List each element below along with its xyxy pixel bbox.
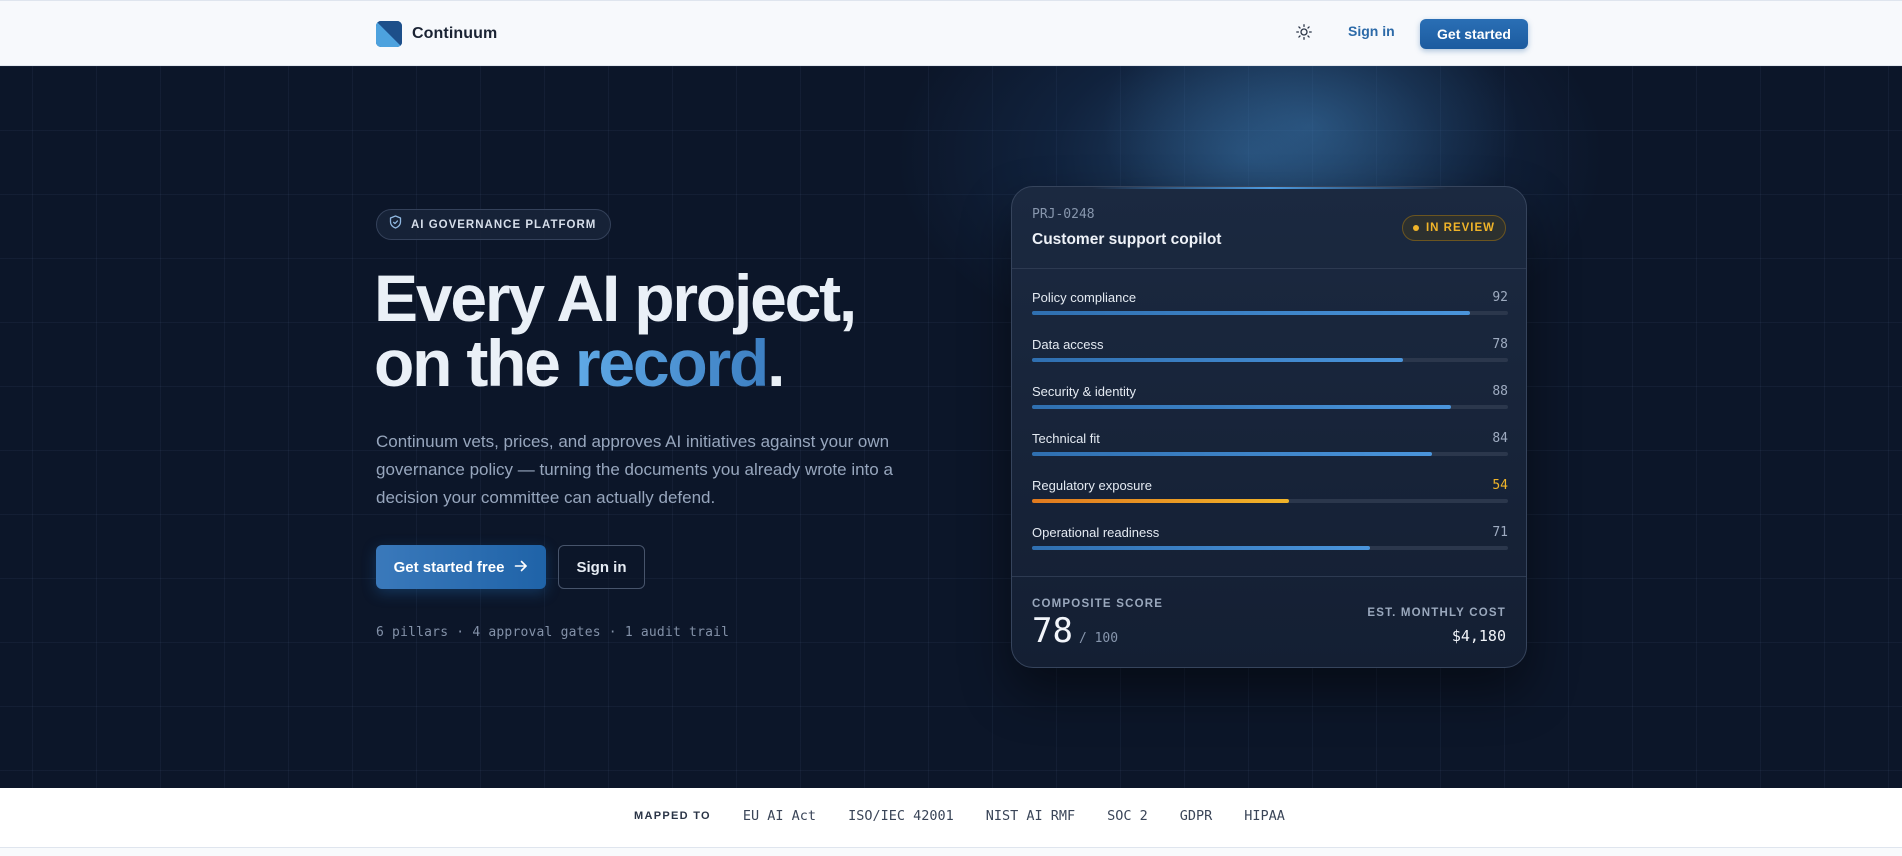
metric-label: Policy compliance [1032, 290, 1137, 305]
card-top-accent [1092, 187, 1448, 189]
brand-name: Continuum [412, 25, 498, 42]
metric-label: Data access [1032, 337, 1104, 352]
metric-bar-fill [1032, 358, 1404, 362]
continuum-logo-icon [376, 21, 402, 47]
badge-label: AI GOVERNANCE PLATFORM [411, 218, 597, 231]
metric-row: Data access 78 [1032, 337, 1508, 377]
metric-bar-track [1032, 546, 1508, 550]
headline-line-2-prefix: on the [374, 326, 575, 400]
metric-label: Operational readiness [1032, 525, 1160, 540]
metric-row: Regulatory exposure 54 [1032, 478, 1508, 518]
metric-row: Technical fit 84 [1032, 431, 1508, 471]
framework-item: EU AI Act [742, 808, 817, 824]
metric-bar-fill [1032, 311, 1470, 315]
sun-icon [1296, 23, 1312, 45]
metric-row: Security & identity 88 [1032, 384, 1508, 424]
mapped-to-strip: MAPPED TO EU AI Act ISO/IEC 42001 NIST A… [0, 788, 1902, 848]
composite-score-max: / 100 [1078, 631, 1119, 646]
metric-value: 54 [1492, 478, 1508, 493]
metric-value: 92 [1492, 290, 1508, 305]
metric-bar-fill [1032, 499, 1290, 503]
metric-label: Security & identity [1032, 384, 1137, 399]
metric-bar-fill [1032, 405, 1451, 409]
nav-get-started-button[interactable]: Get started [1420, 19, 1528, 49]
metric-bar-fill [1032, 452, 1432, 456]
metric-row: Operational readiness 71 [1032, 525, 1508, 565]
hero-section: AI GOVERNANCE PLATFORM Every AI project,… [0, 66, 1902, 788]
framework-item: ISO/IEC 42001 [848, 808, 954, 824]
headline-accent: record [574, 326, 769, 400]
framework-item: GDPR [1179, 808, 1213, 824]
theme-toggle-button[interactable] [1293, 23, 1315, 45]
metric-value: 84 [1492, 431, 1508, 446]
mapped-to-label: MAPPED TO [634, 810, 711, 822]
project-review-card: PRJ-0248 Customer support copilot IN REV… [1011, 186, 1527, 668]
card-divider-bottom [1012, 576, 1526, 577]
get-started-free-button[interactable]: Get started free [376, 545, 546, 589]
hero-signin-button[interactable]: Sign in [558, 545, 645, 589]
hero-subtitle: Continuum vets, prices, and approves AI … [376, 432, 893, 507]
status-label: IN REVIEW [1425, 222, 1495, 234]
metric-label: Regulatory exposure [1032, 478, 1152, 493]
status-dot-icon [1412, 225, 1419, 231]
mapped-to-list: MAPPED TO EU AI Act ISO/IEC 42001 NIST A… [634, 808, 1285, 824]
shield-icon [389, 215, 402, 234]
framework-item: SOC 2 [1107, 808, 1148, 824]
metric-value: 88 [1492, 384, 1508, 399]
metric-label: Technical fit [1032, 431, 1100, 446]
metric-bar-track [1032, 452, 1508, 456]
hero-headline: Every AI project, on the record. [374, 265, 857, 396]
headline-suffix: . [767, 326, 785, 400]
metric-bar-track [1032, 311, 1508, 315]
metric-row: Policy compliance 92 [1032, 290, 1508, 330]
arrow-right-icon [514, 559, 528, 576]
project-title: Customer support copilot [1032, 231, 1222, 248]
hero-stats: 6 pillars · 4 approval gates · 1 audit t… [376, 625, 730, 640]
composite-score-label: COMPOSITE SCORE [1032, 598, 1164, 610]
metric-bar-fill [1032, 546, 1370, 550]
project-id: PRJ-0248 [1032, 207, 1095, 222]
platform-badge: AI GOVERNANCE PLATFORM [376, 209, 612, 240]
brand[interactable]: Continuum [376, 21, 497, 47]
metric-bar-track [1032, 499, 1508, 503]
metric-bar-track [1032, 405, 1508, 409]
top-nav: Continuum Sign in Get started [0, 0, 1902, 66]
monthly-cost-label: EST. MONTHLY COST [1367, 607, 1506, 619]
status-badge: IN REVIEW [1401, 215, 1506, 241]
framework-item: HIPAA [1244, 808, 1285, 824]
composite-score-value: 78 [1032, 611, 1073, 651]
metric-value: 71 [1492, 525, 1508, 540]
cta-primary-label: Get started free [393, 558, 505, 576]
metric-value: 78 [1492, 337, 1508, 352]
card-divider-top [1012, 268, 1526, 269]
metric-bar-track [1032, 358, 1508, 362]
framework-item: NIST AI RMF [985, 808, 1076, 824]
nav-signin-link[interactable]: Sign in [1348, 23, 1395, 39]
monthly-cost-value: $4,180 [1451, 627, 1506, 645]
headline-line-1: Every AI project, [374, 261, 857, 335]
composite-score: 78 / 100 [1032, 611, 1118, 651]
